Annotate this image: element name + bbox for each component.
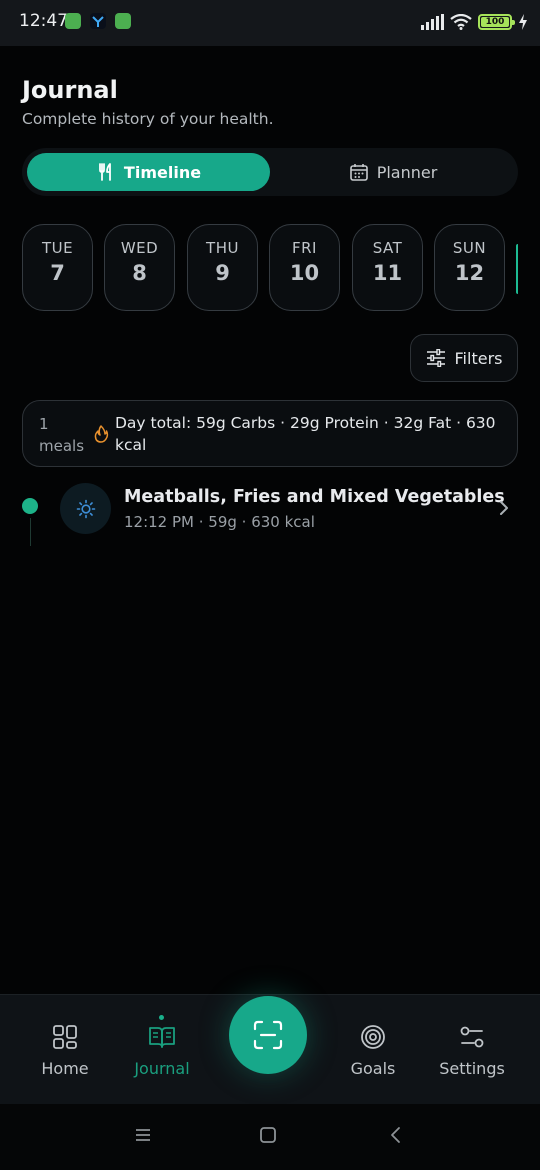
meal-time-icon (60, 483, 111, 534)
app-notification-icon (65, 13, 81, 29)
nav-goals-label: Goals (350, 1059, 396, 1078)
active-nav-indicator (159, 1015, 164, 1020)
status-indicators: 100 (420, 12, 528, 32)
tab-planner-label: Planner (376, 162, 438, 182)
day-name: THU (206, 239, 239, 257)
nav-home[interactable]: Home (15, 1023, 115, 1078)
filters-label: Filters (454, 348, 503, 368)
view-toggle: Timeline Planner (22, 148, 518, 196)
scan-icon (253, 1020, 283, 1050)
open-book-icon (149, 1027, 175, 1048)
day-total-card: 1 meals Day total: 59g Carbs · 29g Prote… (22, 400, 518, 467)
timeline-line (29, 518, 31, 546)
meal-count-unit: meals (39, 437, 85, 455)
day-chip-tue[interactable]: TUE 7 (22, 224, 93, 311)
back-icon[interactable] (388, 1126, 404, 1144)
day-chip-fri[interactable]: FRI 10 (269, 224, 340, 311)
page-title: Journal (22, 76, 118, 104)
status-time: 12:47 (19, 11, 68, 31)
battery-level: 100 (481, 17, 509, 27)
day-name: FRI (292, 239, 317, 257)
day-number: 10 (289, 261, 320, 285)
day-number: 8 (132, 261, 147, 285)
day-chip-thu[interactable]: THU 9 (187, 224, 258, 311)
meal-meta: 12:12 PM · 59g · 630 kcal (124, 513, 315, 531)
fire-icon (94, 425, 109, 443)
nav-goals[interactable]: Goals (323, 1023, 423, 1078)
day-number: 9 (215, 261, 230, 285)
day-chip-selected-peek[interactable] (516, 244, 518, 294)
day-number: 12 (454, 261, 485, 285)
grid-icon (53, 1025, 77, 1049)
target-icon (361, 1025, 385, 1049)
battery-icon: 100 (478, 14, 515, 30)
status-bar: 12:47 100 (0, 0, 540, 46)
day-chip-wed[interactable]: WED 8 (104, 224, 175, 311)
tab-planner[interactable]: Planner (274, 153, 512, 191)
wifi-icon (450, 14, 472, 30)
timeline-dot (22, 498, 38, 514)
meal-count: 1 meals (39, 413, 91, 457)
day-selector: TUE 7 WED 8 THU 9 FRI 10 SAT 11 SUN 12 (22, 224, 518, 312)
nav-journal[interactable]: Journal (112, 1023, 212, 1078)
nav-settings-label: Settings (439, 1059, 505, 1078)
day-name: WED (120, 239, 159, 257)
filters-button[interactable]: Filters (410, 334, 518, 382)
nav-journal-label: Journal (134, 1059, 190, 1078)
home-square-icon[interactable] (259, 1126, 277, 1144)
sliders-icon (426, 349, 445, 367)
day-name: SUN (452, 239, 487, 257)
tab-timeline[interactable]: Timeline (27, 153, 270, 191)
charging-icon (519, 14, 527, 30)
day-number: 11 (372, 261, 403, 285)
chevron-right-icon[interactable] (498, 498, 510, 518)
nav-home-label: Home (41, 1059, 89, 1078)
toggle-settings-icon (460, 1026, 484, 1048)
meal-count-number: 1 (39, 415, 49, 433)
nav-settings[interactable]: Settings (422, 1023, 522, 1078)
page-subtitle: Complete history of your health. (22, 110, 274, 128)
menu-icon[interactable] (134, 1126, 152, 1144)
network-notification-icon (90, 13, 106, 29)
sun-icon (76, 499, 95, 518)
system-navigation-bar (0, 1104, 540, 1170)
meal-name: Meatballs, Fries and Mixed Vegetables (124, 487, 505, 507)
day-number: 7 (50, 261, 65, 285)
day-total-text: Day total: 59g Carbs · 29g Protein · 32g… (115, 414, 496, 454)
day-chip-sun[interactable]: SUN 12 (434, 224, 505, 311)
tab-timeline-label: Timeline (123, 162, 202, 182)
day-chip-sat[interactable]: SAT 11 (352, 224, 423, 311)
android-notification-icon (115, 13, 131, 29)
calendar-icon (349, 164, 368, 181)
signal-icon (421, 14, 444, 30)
cutlery-icon (99, 163, 111, 181)
day-name: TUE (41, 239, 74, 257)
day-name: SAT (372, 239, 403, 257)
scan-meal-button[interactable] (229, 996, 307, 1074)
